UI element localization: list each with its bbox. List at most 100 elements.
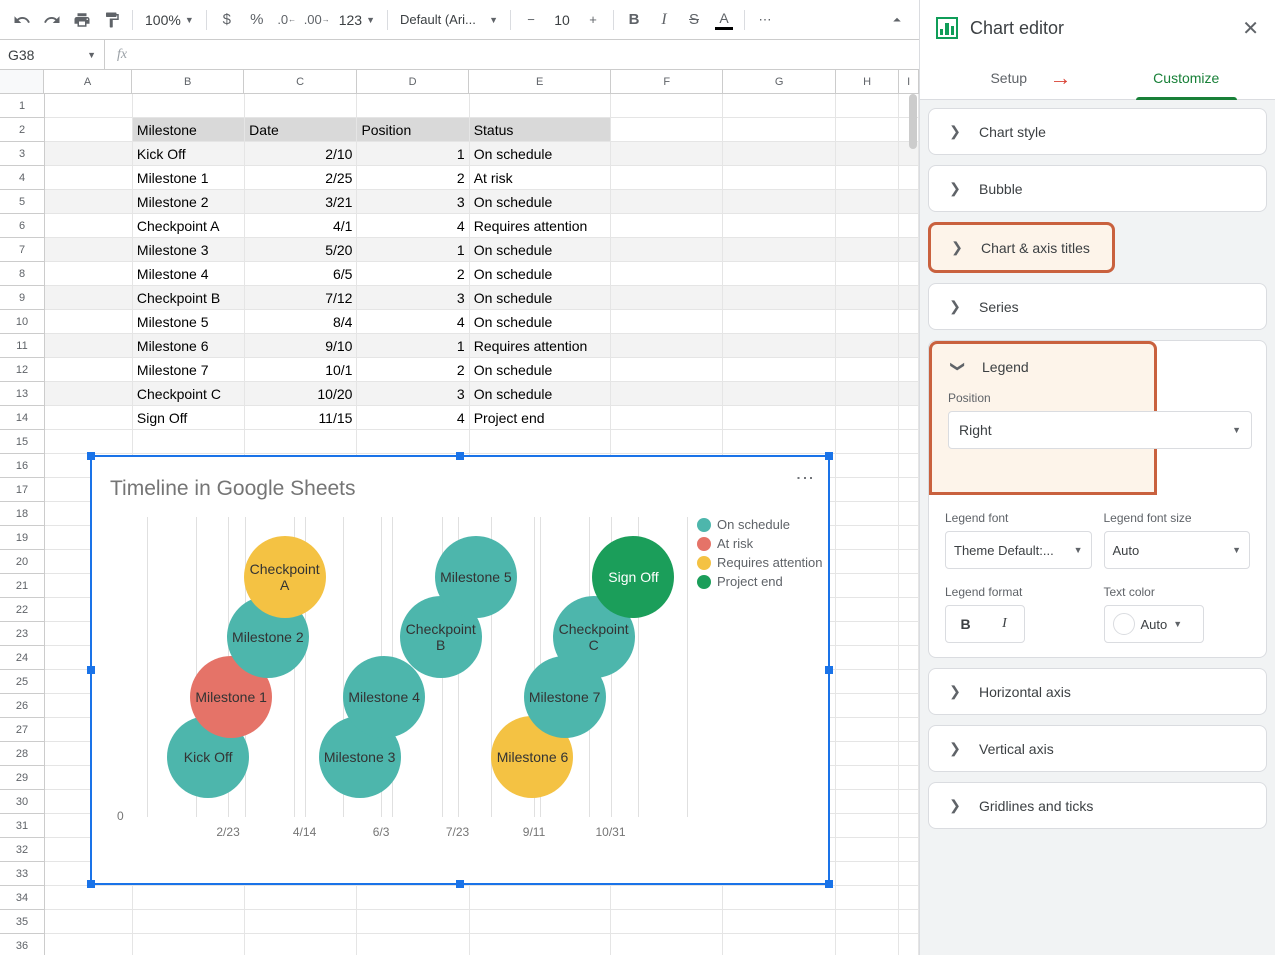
cell[interactable] xyxy=(899,382,919,406)
row-header[interactable]: 8 xyxy=(0,262,45,286)
cell[interactable] xyxy=(899,694,919,718)
cell[interactable] xyxy=(836,214,900,238)
cell[interactable] xyxy=(45,406,133,430)
cell[interactable] xyxy=(899,838,919,862)
cell[interactable]: Position xyxy=(357,118,469,142)
column-header[interactable]: F xyxy=(611,70,723,94)
cell[interactable] xyxy=(899,814,919,838)
cell[interactable] xyxy=(836,454,900,478)
cell[interactable]: On schedule xyxy=(470,286,611,310)
cell[interactable] xyxy=(899,718,919,742)
legend-bold-button[interactable]: B xyxy=(946,606,985,642)
cell[interactable] xyxy=(723,910,835,934)
cell[interactable] xyxy=(245,934,357,955)
cell[interactable] xyxy=(45,334,133,358)
cell[interactable] xyxy=(836,190,900,214)
cell[interactable]: 3/21 xyxy=(245,190,357,214)
cell[interactable] xyxy=(836,838,900,862)
cell[interactable] xyxy=(836,166,900,190)
cell[interactable]: 10/1 xyxy=(245,358,357,382)
cell[interactable] xyxy=(899,286,919,310)
resize-handle[interactable] xyxy=(456,452,464,460)
cell[interactable] xyxy=(611,886,723,910)
cell[interactable]: Requires attention xyxy=(470,214,611,238)
format-currency-button[interactable]: $ xyxy=(213,6,241,34)
cell[interactable]: 2 xyxy=(357,166,469,190)
row-header[interactable]: 34 xyxy=(0,886,45,910)
collapse-toolbar-button[interactable] xyxy=(883,6,911,34)
row-header[interactable]: 9 xyxy=(0,286,45,310)
row-header[interactable]: 15 xyxy=(0,430,45,454)
cell[interactable]: On schedule xyxy=(470,310,611,334)
cell[interactable]: Checkpoint C xyxy=(133,382,245,406)
section-chart-axis-titles[interactable]: ❯Chart & axis titles xyxy=(928,222,1115,273)
cell[interactable]: Milestone 5 xyxy=(133,310,245,334)
section-series[interactable]: ❯Series xyxy=(928,283,1267,330)
cell[interactable] xyxy=(45,94,133,118)
row-header[interactable]: 13 xyxy=(0,382,45,406)
cell[interactable] xyxy=(899,742,919,766)
legend-font-select[interactable]: Theme Default:...▼ xyxy=(945,531,1092,569)
column-header[interactable]: I xyxy=(899,70,919,94)
cell[interactable] xyxy=(899,358,919,382)
cell[interactable]: Milestone 3 xyxy=(133,238,245,262)
chart-menu-icon[interactable]: ⋮ xyxy=(794,469,816,487)
cell[interactable] xyxy=(836,118,900,142)
cell[interactable]: 10/20 xyxy=(245,382,357,406)
legend-italic-button[interactable]: I xyxy=(985,606,1024,642)
cell[interactable] xyxy=(899,622,919,646)
cell[interactable]: At risk xyxy=(470,166,611,190)
cell[interactable]: 8/4 xyxy=(245,310,357,334)
cell[interactable] xyxy=(836,934,900,955)
cell[interactable]: 2/10 xyxy=(245,142,357,166)
cell[interactable]: Checkpoint B xyxy=(133,286,245,310)
cell[interactable] xyxy=(611,286,723,310)
chart-bubble[interactable]: Checkpoint A xyxy=(244,536,326,618)
section-bubble[interactable]: ❯Bubble xyxy=(928,165,1267,212)
cell[interactable] xyxy=(836,310,900,334)
cell[interactable] xyxy=(723,886,835,910)
row-header[interactable]: 7 xyxy=(0,238,45,262)
row-header[interactable]: 6 xyxy=(0,214,45,238)
cell[interactable] xyxy=(723,142,835,166)
cell[interactable] xyxy=(723,358,835,382)
cell[interactable] xyxy=(611,142,723,166)
cell[interactable] xyxy=(899,262,919,286)
row-header[interactable]: 24 xyxy=(0,646,45,670)
print-button[interactable] xyxy=(68,6,96,34)
cell[interactable] xyxy=(836,238,900,262)
cell[interactable] xyxy=(611,94,723,118)
cell[interactable] xyxy=(899,430,919,454)
cell[interactable] xyxy=(133,910,245,934)
row-header[interactable]: 17 xyxy=(0,478,45,502)
cell[interactable] xyxy=(899,502,919,526)
cell[interactable] xyxy=(899,766,919,790)
cell[interactable] xyxy=(45,382,133,406)
cell[interactable] xyxy=(470,910,611,934)
cell[interactable]: On schedule xyxy=(470,358,611,382)
cell[interactable]: 5/20 xyxy=(245,238,357,262)
cell[interactable]: 4 xyxy=(357,310,469,334)
cell[interactable] xyxy=(45,262,133,286)
cell[interactable] xyxy=(611,334,723,358)
section-horizontal-axis[interactable]: ❯Horizontal axis xyxy=(928,668,1267,715)
row-header[interactable]: 10 xyxy=(0,310,45,334)
cell[interactable] xyxy=(723,382,835,406)
column-header[interactable]: C xyxy=(244,70,356,94)
cell[interactable] xyxy=(245,886,357,910)
row-header[interactable]: 27 xyxy=(0,718,45,742)
cell[interactable] xyxy=(899,238,919,262)
cell[interactable] xyxy=(836,862,900,886)
decrease-decimal-button[interactable]: .0← xyxy=(273,6,301,34)
cell[interactable]: Kick Off xyxy=(133,142,245,166)
cell[interactable] xyxy=(245,430,357,454)
cell[interactable] xyxy=(45,286,133,310)
cell[interactable] xyxy=(611,190,723,214)
spreadsheet-grid[interactable]: ABCDEFGHI 123456789101112131415161718192… xyxy=(0,70,919,955)
close-panel-button[interactable]: ✕ xyxy=(1242,16,1259,41)
resize-handle[interactable] xyxy=(825,880,833,888)
row-header[interactable]: 29 xyxy=(0,766,45,790)
cell[interactable]: 11/15 xyxy=(245,406,357,430)
cell[interactable] xyxy=(723,430,835,454)
cell[interactable] xyxy=(836,406,900,430)
